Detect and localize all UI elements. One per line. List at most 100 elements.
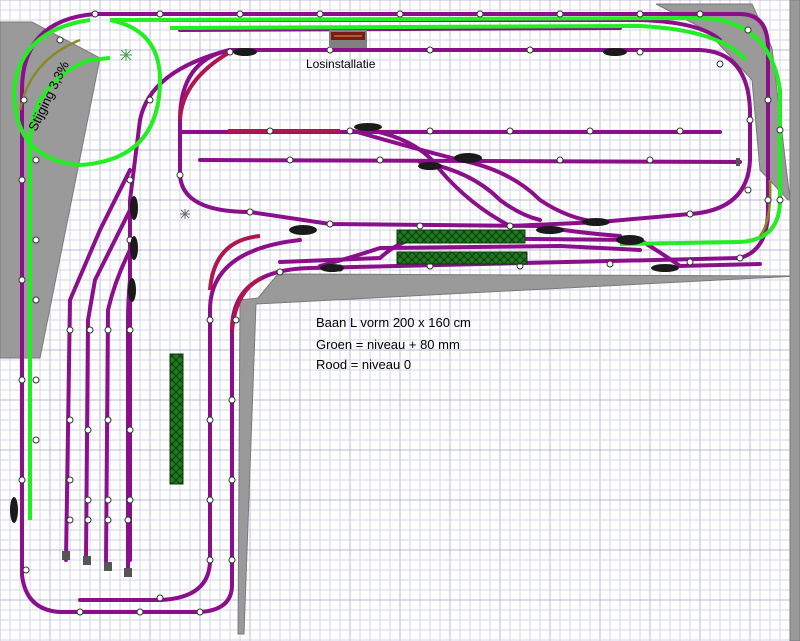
track-joint — [18, 476, 26, 484]
buffer-stop — [124, 568, 132, 577]
track-joint — [556, 10, 564, 18]
track-joint — [716, 60, 724, 68]
track-joint — [676, 127, 684, 135]
track-joint — [506, 127, 514, 135]
track-joint — [276, 268, 284, 276]
track-joint — [646, 156, 654, 164]
red-legend: Rood = niveau 0 — [316, 357, 411, 372]
tree-icon — [120, 49, 132, 61]
track-joint — [66, 326, 74, 334]
track-joint — [286, 156, 294, 164]
track-joint — [156, 10, 164, 18]
turnout-marker — [454, 153, 482, 163]
track-joint — [104, 516, 112, 524]
track-joint — [18, 176, 26, 184]
track-joint — [126, 496, 134, 504]
track-joint — [556, 156, 564, 164]
track-joint — [636, 48, 644, 56]
turnout-marker — [536, 226, 564, 234]
turnout-marker — [130, 196, 138, 220]
buffer-stop — [736, 158, 740, 166]
track-joint — [746, 116, 754, 124]
track-joint — [196, 608, 204, 616]
track-joint — [32, 376, 40, 384]
turnout-marker — [418, 162, 442, 170]
track-joint — [146, 96, 154, 104]
track-joint — [316, 10, 324, 18]
track-joint — [396, 10, 404, 18]
track-joint — [84, 516, 92, 524]
track-joint — [586, 127, 594, 135]
track-joint — [206, 496, 214, 504]
platform-upper — [396, 229, 526, 244]
track-joint — [104, 496, 112, 504]
track-joint — [228, 396, 236, 404]
track-joint — [84, 426, 92, 434]
buffer-stop — [83, 556, 91, 565]
track-joint — [66, 416, 74, 424]
track-joint — [426, 127, 434, 135]
track-joint — [32, 436, 40, 444]
turnout-marker — [130, 236, 138, 260]
buffer-stop — [62, 551, 70, 560]
unloading-installation — [329, 30, 367, 48]
track-joint — [206, 416, 214, 424]
track-joint — [236, 10, 244, 18]
turnout-marker — [603, 48, 627, 56]
track-joint — [32, 156, 40, 164]
track-joint — [126, 426, 134, 434]
track-joint — [416, 222, 424, 230]
track-joint — [226, 48, 234, 56]
track-joint — [104, 416, 112, 424]
track-plan-canvas: Stijging 3,3% Losinstallatie Baan L vorm… — [0, 0, 800, 641]
track-joint — [606, 260, 614, 268]
track-joint — [736, 254, 744, 262]
track-joint — [246, 208, 254, 216]
green-legend: Groen = niveau + 80 mm — [316, 337, 460, 352]
turnout-marker — [582, 218, 610, 226]
track-joint — [232, 316, 240, 324]
track-joint — [266, 127, 274, 135]
track-joint — [376, 156, 384, 164]
track-joint — [32, 296, 40, 304]
track-joint — [136, 608, 144, 616]
track-joint — [476, 10, 484, 18]
track-joint — [764, 96, 772, 104]
track-joint — [18, 376, 26, 384]
track-joint — [346, 127, 354, 135]
track-joint — [104, 326, 112, 334]
track-joint — [176, 171, 184, 179]
track-joint — [18, 276, 26, 284]
track-joint — [156, 594, 164, 602]
track-joint — [66, 476, 74, 484]
turnout-marker — [354, 123, 382, 131]
track-joint — [686, 258, 694, 266]
track-joint — [764, 196, 772, 204]
track-joint — [776, 196, 784, 204]
track-joint — [84, 496, 92, 504]
track-joint — [126, 176, 134, 184]
track-joint — [20, 96, 28, 104]
track-joint — [326, 220, 334, 228]
turnout-marker — [651, 264, 679, 272]
turnout-marker — [616, 235, 644, 245]
track-joint — [56, 36, 64, 44]
track-joint — [206, 316, 214, 324]
track-joint — [206, 556, 214, 564]
track-joint — [126, 326, 134, 334]
track-joint — [426, 46, 434, 54]
track-joint — [228, 556, 236, 564]
wall-right-edge — [789, 0, 800, 641]
track-joint — [526, 46, 534, 54]
track-joint — [744, 26, 752, 34]
platform-vertical — [169, 353, 184, 485]
track-joint — [696, 10, 704, 18]
track-joint — [86, 326, 94, 334]
track-joint — [124, 516, 132, 524]
track-joint — [636, 10, 644, 18]
track-joint — [22, 566, 30, 574]
turnout-marker — [320, 264, 344, 272]
track-joint — [76, 608, 84, 616]
unloading-label: Losinstallatie — [306, 57, 376, 71]
turnout-marker — [128, 278, 136, 302]
